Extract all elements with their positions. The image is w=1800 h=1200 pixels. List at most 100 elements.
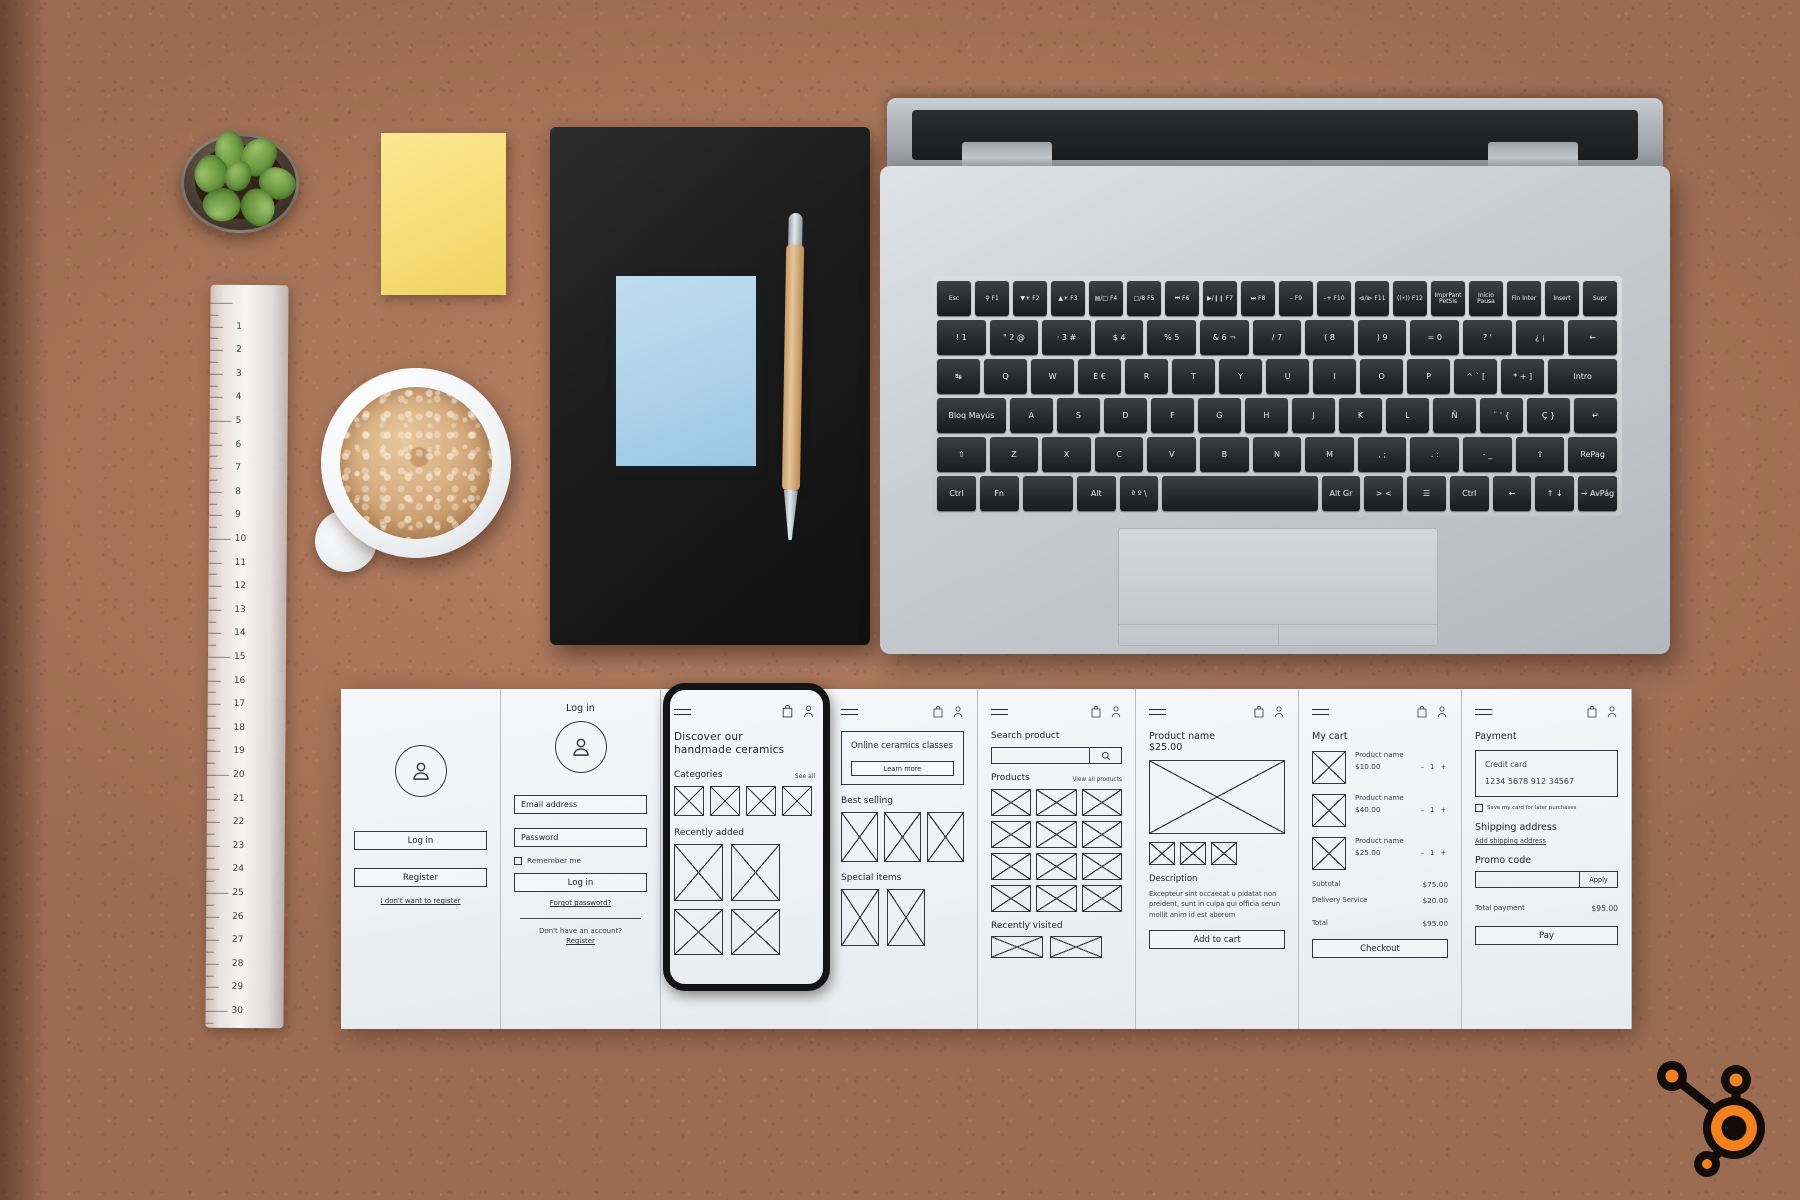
product-thumb[interactable]: [1211, 842, 1237, 865]
promo-banner[interactable]: Online ceramics classes Learn more: [841, 731, 964, 786]
hamburger-menu-icon[interactable]: [1312, 708, 1329, 717]
key-d[interactable]: D: [1103, 398, 1147, 433]
cart-item-thumb[interactable]: [1312, 837, 1346, 870]
key-f12[interactable]: ((•)) F12: [1393, 281, 1427, 316]
key-[interactable]: * + ]: [1501, 359, 1545, 394]
recent-item[interactable]: [674, 908, 723, 955]
key-[interactable]: Ç }: [1527, 398, 1571, 433]
key-[interactable]: ↵: [1574, 398, 1618, 433]
key-[interactable]: - _: [1463, 437, 1512, 472]
see-all-link[interactable]: See all: [795, 773, 815, 780]
key-f1[interactable]: ⚲ F1: [975, 281, 1009, 316]
learn-more-button[interactable]: Learn more: [851, 761, 954, 777]
cart-item-quantity-stepper[interactable]: – 1 +: [1421, 763, 1448, 771]
best-selling-item[interactable]: [841, 812, 878, 863]
remember-me-row[interactable]: Remember me: [514, 856, 647, 865]
recent-item[interactable]: [674, 843, 723, 901]
key-1[interactable]: ! 1: [937, 320, 986, 355]
category-thumb[interactable]: [674, 785, 704, 816]
key-f11[interactable]: ⧏/⧐ F11: [1355, 281, 1389, 316]
category-thumb[interactable]: [710, 785, 740, 816]
trackpad-buttons[interactable]: [1118, 624, 1438, 646]
key-4[interactable]: $ 4: [1094, 320, 1144, 355]
key-t[interactable]: T: [1172, 359, 1216, 394]
search-icon[interactable]: [1090, 747, 1122, 764]
key-e[interactable]: E €: [1078, 359, 1122, 394]
special-item[interactable]: [841, 889, 879, 947]
product-grid-item[interactable]: [1081, 821, 1122, 848]
add-to-cart-button[interactable]: Add to cart: [1149, 930, 1285, 950]
recently-visited-item[interactable]: [991, 936, 1043, 958]
key-avp-g[interactable]: → AvPág: [1578, 476, 1617, 511]
key-u[interactable]: U: [1266, 359, 1310, 394]
key-[interactable]: ¿ ¡: [1515, 320, 1565, 355]
key-imprpant-petsis[interactable]: ImprPant PetSis: [1431, 281, 1465, 316]
shopping-bag-icon[interactable]: [1253, 703, 1265, 722]
product-grid-item[interactable]: [991, 821, 1032, 848]
hamburger-menu-icon[interactable]: [1475, 708, 1492, 717]
password-field[interactable]: Password: [514, 828, 647, 847]
promo-code-row[interactable]: Apply: [1475, 871, 1618, 888]
key-0[interactable]: = 0: [1410, 320, 1460, 355]
hamburger-menu-icon[interactable]: [841, 708, 858, 717]
key-o[interactable]: O: [1360, 359, 1404, 394]
product-grid-item[interactable]: [1081, 853, 1122, 880]
product-grid-item[interactable]: [991, 853, 1032, 880]
key-8-f5[interactable]: □/8 F5: [1127, 281, 1161, 316]
key-[interactable]: ^ ` [: [1454, 359, 1498, 394]
key-[interactable]: > <: [1364, 476, 1404, 511]
product-grid-item[interactable]: [1081, 885, 1122, 912]
remember-me-checkbox[interactable]: [514, 856, 522, 865]
key-a[interactable]: A: [1009, 398, 1053, 433]
key-[interactable]: ☰: [1407, 476, 1446, 511]
email-field[interactable]: Email address: [514, 795, 647, 814]
pay-button[interactable]: Pay: [1475, 926, 1618, 945]
search-panel[interactable]: Search product Products View all product…: [978, 689, 1136, 1029]
best-selling-item[interactable]: [927, 812, 964, 863]
register-link[interactable]: Register: [514, 937, 647, 945]
key-[interactable]: , ;: [1357, 437, 1407, 472]
key-y[interactable]: Y: [1219, 359, 1263, 394]
user-icon[interactable]: [802, 703, 815, 722]
product-grid-item[interactable]: [1036, 885, 1077, 912]
view-all-products-link[interactable]: View all products: [1072, 777, 1122, 783]
key-[interactable]: ⇧: [937, 437, 986, 472]
mobile-home-panel[interactable]: Discover our handmade ceramics Categorie…: [661, 689, 828, 1029]
key-space[interactable]: [1022, 476, 1073, 511]
key-w[interactable]: W: [1031, 359, 1075, 394]
checkout-button[interactable]: Checkout: [1312, 939, 1448, 958]
cart-item[interactable]: Product name $25.00 – 1 +: [1312, 837, 1448, 870]
user-icon[interactable]: [1606, 703, 1618, 722]
key-[interactable]: ⇧: [1515, 437, 1565, 472]
cart-item-quantity-stepper[interactable]: – 1 +: [1421, 806, 1448, 814]
category-thumb[interactable]: [782, 785, 812, 816]
key-q[interactable]: Q: [984, 359, 1028, 394]
user-icon[interactable]: [1273, 703, 1285, 722]
skip-register-link[interactable]: I don't want to register: [354, 897, 487, 905]
add-shipping-address-link[interactable]: Add shipping address: [1475, 837, 1618, 845]
key-v[interactable]: V: [1147, 437, 1197, 472]
key-f10[interactable]: –+ F10: [1317, 281, 1351, 316]
key-[interactable]: ª º \: [1119, 476, 1159, 511]
cart-item[interactable]: Product name $10.00 – 1 +: [1312, 751, 1448, 784]
key-x[interactable]: X: [1042, 437, 1091, 472]
home-panel[interactable]: Online ceramics classes Learn more Best …: [828, 689, 978, 1029]
hamburger-menu-icon[interactable]: [991, 708, 1008, 717]
hamburger-menu-icon[interactable]: [674, 708, 691, 717]
key-[interactable]: ¨ ' {: [1479, 398, 1523, 433]
recent-item[interactable]: [731, 843, 780, 901]
category-thumb[interactable]: [746, 785, 776, 816]
key-esc[interactable]: Esc: [937, 281, 971, 316]
trackpad-right-button[interactable]: [1277, 625, 1439, 646]
cart-item-quantity-stepper[interactable]: – 1 +: [1421, 849, 1448, 857]
key-space[interactable]: [1162, 476, 1318, 511]
key-[interactable]: . :: [1410, 437, 1460, 472]
key-g[interactable]: G: [1197, 398, 1241, 433]
key-[interactable]: ? ': [1463, 320, 1512, 355]
key-[interactable]: ↹: [937, 359, 981, 394]
log-in-button[interactable]: Log in: [354, 831, 487, 850]
key-7[interactable]: / 7: [1252, 320, 1302, 355]
key-ctrl[interactable]: Ctrl: [1449, 476, 1489, 511]
login-panel[interactable]: Log in Email address Password Remember m…: [501, 689, 661, 1029]
recent-item[interactable]: [731, 908, 780, 955]
